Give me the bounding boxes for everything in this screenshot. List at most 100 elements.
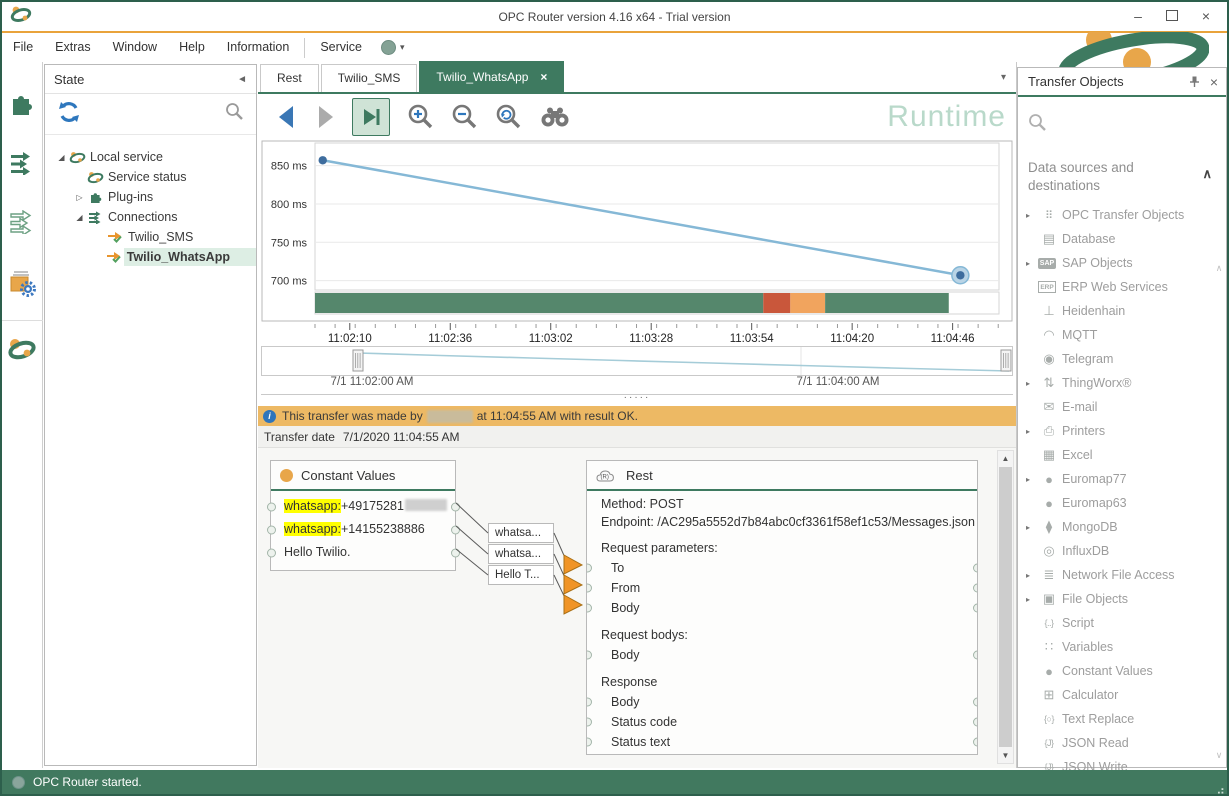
menu-extras[interactable]: Extras	[44, 33, 101, 62]
transfer-object-item[interactable]: ▸ SAP SAP Objects	[1018, 251, 1226, 275]
connections-icon[interactable]	[9, 151, 35, 180]
euromap77-icon: ●	[1038, 471, 1060, 487]
menu-file[interactable]: File	[2, 33, 44, 62]
expand-arrow-icon[interactable]: ▸	[1026, 595, 1038, 604]
jump-to-latest-button[interactable]	[352, 98, 390, 136]
plugin-settings-icon[interactable]	[8, 269, 36, 302]
range-handle-left	[353, 350, 363, 371]
scrollbar-thumb[interactable]	[999, 467, 1012, 747]
horizontal-splitter[interactable]: ·····	[258, 394, 1016, 406]
expand-arrow-icon[interactable]: ▸	[1026, 259, 1038, 268]
maximize-button[interactable]	[1155, 3, 1189, 28]
zoom-in-icon[interactable]	[406, 103, 434, 131]
transfer-object-item[interactable]: ▸ ≣ Network File Access	[1018, 563, 1226, 587]
transfer-object-item[interactable]: ▸ ● Euromap77	[1018, 467, 1226, 491]
expand-arrow-icon[interactable]: ▸	[1026, 571, 1038, 580]
plugins-icon[interactable]	[9, 90, 35, 121]
transfer-object-item[interactable]: ▸ ▤ Database	[1018, 227, 1226, 251]
transfer-object-item[interactable]: ▸ {○} Text Replace	[1018, 707, 1226, 731]
tree-item-twilio-sms[interactable]: Twilio_SMS	[45, 227, 256, 247]
collapse-group-icon[interactable]: ∧	[1202, 165, 1212, 183]
tab-twilio-whatsapp[interactable]: Twilio_WhatsApp×	[419, 61, 564, 92]
transfer-object-label: Euromap63	[1062, 496, 1127, 510]
previous-transfer-button[interactable]	[274, 104, 298, 130]
service-dropdown-icon[interactable]: ▾	[400, 42, 405, 53]
constant-value: +49175281	[341, 499, 404, 513]
tree-item-plugins[interactable]: ▷ Plug-ins	[45, 187, 256, 207]
zoom-reset-icon[interactable]	[494, 103, 522, 131]
close-panel-icon[interactable]: ×	[1210, 74, 1218, 90]
transfer-object-item[interactable]: ▸ ● Euromap63	[1018, 491, 1226, 515]
panel-scrollbar[interactable]: ∧ ∨	[1213, 263, 1225, 761]
transfer-object-item[interactable]: ▸ ● Constant Values	[1018, 659, 1226, 683]
svg-text:11:03:54: 11:03:54	[730, 333, 775, 345]
scroll-down-icon[interactable]: ∨	[1213, 750, 1225, 761]
scroll-up-icon[interactable]: ∧	[1213, 263, 1225, 274]
expander-icon[interactable]: ◢	[73, 213, 86, 222]
mapping-label[interactable]: whatsa...	[488, 544, 554, 564]
expand-arrow-icon[interactable]: ▸	[1026, 523, 1038, 532]
minimize-button[interactable]: –	[1121, 3, 1155, 28]
menu-information[interactable]: Information	[216, 33, 301, 62]
transfer-object-item[interactable]: ▸ ⠿ OPC Transfer Objects	[1018, 203, 1226, 227]
close-button[interactable]: ×	[1189, 3, 1223, 28]
transfer-object-item[interactable]: ▸ ⊥ Heidenhain	[1018, 299, 1226, 323]
template-connections-icon[interactable]	[9, 210, 35, 239]
service-status-indicator[interactable]	[381, 40, 396, 55]
collapse-panel-icon[interactable]: ◄	[237, 74, 247, 85]
next-transfer-button[interactable]	[314, 104, 338, 130]
transfer-object-item[interactable]: ▸ ⎙ Printers	[1018, 419, 1226, 443]
tree-item-label: Connections	[105, 210, 178, 224]
rest-node[interactable]: (R) Rest Method: POSTEndpoint: /AC295a55…	[586, 460, 978, 755]
tab-overflow-icon[interactable]: ▾	[1001, 72, 1006, 83]
mapping-label[interactable]: Hello T...	[488, 565, 554, 585]
transfer-object-item[interactable]: ▸ ⊞ Calculator	[1018, 683, 1226, 707]
refresh-icon[interactable]	[57, 100, 81, 129]
pin-icon[interactable]	[1189, 76, 1200, 88]
transfer-object-item[interactable]: ▸ ◎ InfluxDB	[1018, 539, 1226, 563]
opc-router-tab-logo-icon[interactable]	[7, 337, 37, 366]
menu-window[interactable]: Window	[102, 33, 168, 62]
transfer-object-item[interactable]: ▸ ✉ E-mail	[1018, 395, 1226, 419]
expander-icon[interactable]: ▷	[73, 193, 86, 202]
scroll-up-icon[interactable]: ▲	[998, 451, 1013, 466]
scroll-down-icon[interactable]: ▼	[998, 748, 1013, 763]
tree-item-service-status[interactable]: Service status	[45, 167, 256, 187]
tab-close-icon[interactable]: ×	[540, 70, 547, 84]
expand-arrow-icon[interactable]: ▸	[1026, 211, 1038, 220]
tree-item-connections[interactable]: ◢ Connections	[45, 207, 256, 227]
search-icon[interactable]	[225, 102, 244, 126]
mapping-label[interactable]: whatsa...	[488, 523, 554, 543]
constant-values-node[interactable]: Constant Values whatsapp:+49175281 whats…	[270, 460, 456, 571]
expand-arrow-icon[interactable]: ▸	[1026, 379, 1038, 388]
resize-grip[interactable]: ⣠	[1216, 780, 1225, 794]
rest-rows: Method: POSTEndpoint: /AC295a5552d7b84ab…	[587, 491, 977, 752]
transfer-object-item[interactable]: ▸ {J} JSON Read	[1018, 731, 1226, 755]
tab-rest[interactable]: Rest	[260, 64, 319, 92]
transfer-object-item[interactable]: ▸ ◠ MQTT	[1018, 323, 1226, 347]
menu-help[interactable]: Help	[168, 33, 216, 62]
expand-arrow-icon[interactable]: ▸	[1026, 475, 1038, 484]
tree-item-local-service[interactable]: ◢ Local service	[45, 147, 256, 167]
transfer-objects-search-icon[interactable]	[1018, 97, 1226, 137]
tree-item-label: Local service	[87, 150, 163, 164]
transfer-object-item[interactable]: ▸ ⧫ MongoDB	[1018, 515, 1226, 539]
search-transfers-icon[interactable]	[538, 105, 572, 129]
rest-row: Status text	[587, 732, 977, 752]
transfer-object-item[interactable]: ▸ ◉ Telegram	[1018, 347, 1226, 371]
transfer-object-item[interactable]: ▸ ⇅ ThingWorx®	[1018, 371, 1226, 395]
group-header[interactable]: Data sources and destinations ∧	[1028, 159, 1178, 195]
zoom-out-icon[interactable]	[450, 103, 478, 131]
diagram-scrollbar[interactable]: ▲ ▼	[997, 450, 1014, 764]
menu-service[interactable]: Service	[309, 33, 373, 62]
tab-twilio-sms[interactable]: Twilio_SMS	[321, 64, 418, 92]
transfer-object-item[interactable]: ▸ ▣ File Objects	[1018, 587, 1226, 611]
transfer-object-item[interactable]: ▸ {..} Script	[1018, 611, 1226, 635]
tree-item-twilio-whatsapp[interactable]: Twilio_WhatsApp	[45, 247, 256, 267]
expand-arrow-icon[interactable]: ▸	[1026, 427, 1038, 436]
transfer-object-item[interactable]: ▸ ▦ Excel	[1018, 443, 1226, 467]
transfer-object-item[interactable]: ▸ ERP ERP Web Services	[1018, 275, 1226, 299]
duration-chart[interactable]: 850 ms800 ms750 ms700 ms11:02:1011:02:36…	[261, 140, 1013, 351]
transfer-object-item[interactable]: ▸ ∷ Variables	[1018, 635, 1226, 659]
expander-icon[interactable]: ◢	[55, 153, 68, 162]
